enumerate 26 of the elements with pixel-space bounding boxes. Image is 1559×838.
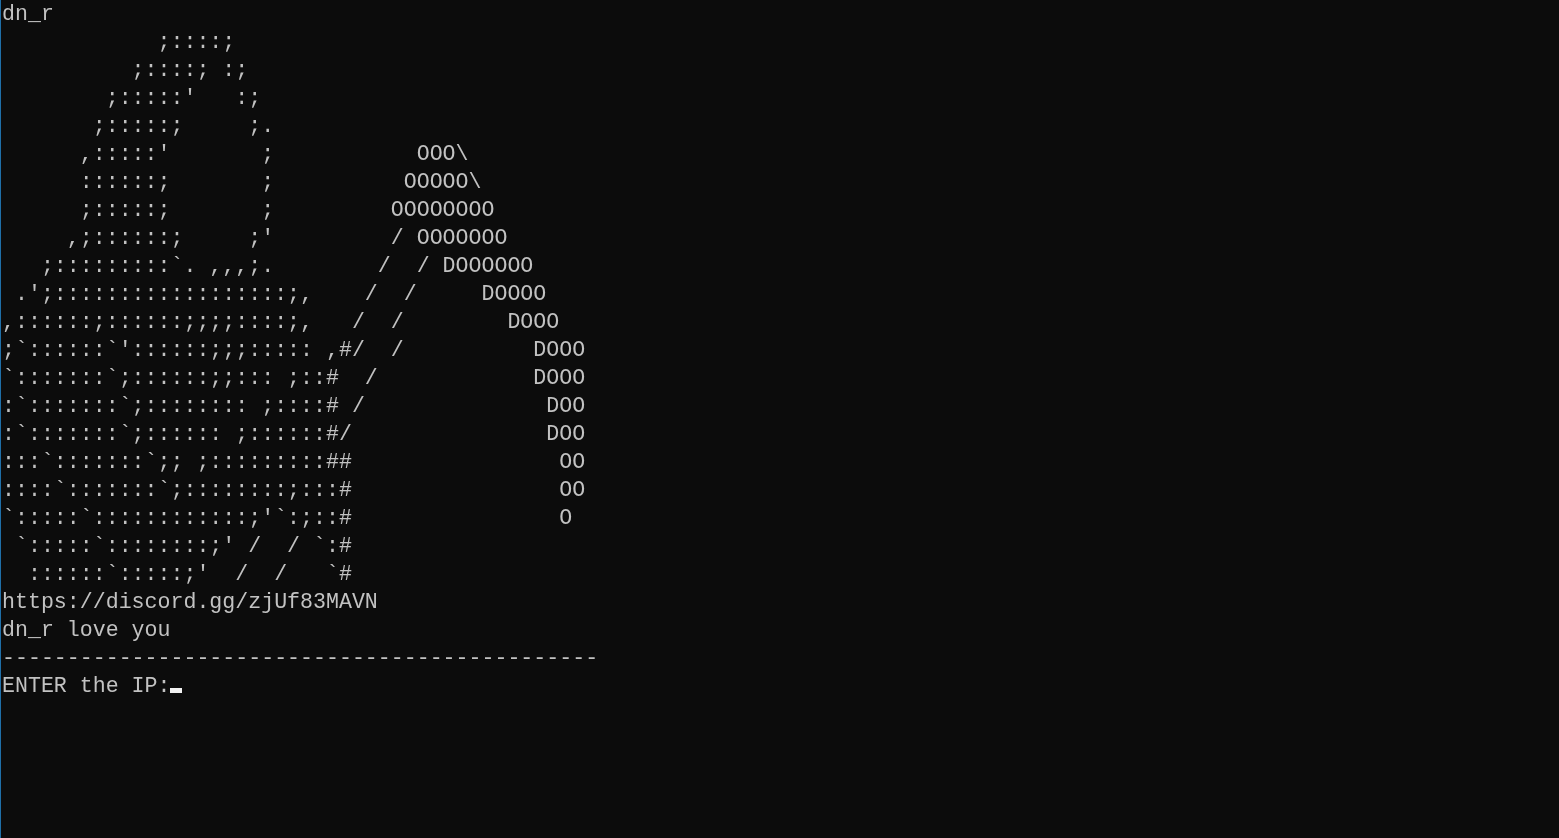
terminal-line: :`:::::::`;:::::: ;::::::#/ DOO	[2, 421, 586, 448]
terminal-line: ;::::; :;	[130, 57, 249, 84]
terminal-line: ;`::::::`'::::::;;;::::: ,#/ / DOOO	[2, 337, 586, 364]
terminal-line: :::`:::::::`;; ;:::::::::## OO	[2, 449, 586, 476]
terminal-line: ;:::::::::`. ,,,;. / / DOOOOOO	[39, 253, 534, 280]
terminal-line: :`:::::::`;:::::::: ;::::# / DOO	[2, 393, 586, 420]
terminal-line: ;:::::; ;.	[91, 113, 275, 140]
terminal-line: ,:::::' ; OOO\	[78, 141, 469, 168]
terminal-line: ;:::::' :;	[104, 85, 262, 112]
terminal-line: `:::::`::::::::::::;'`:;::# O	[2, 505, 573, 532]
input-prompt: ENTER the IP:	[2, 673, 171, 700]
terminal-line: `:::::::`;::::::;;::: ;::# / DOOO	[2, 365, 586, 392]
terminal-line: ,;::::::; ;' / OOOOOOO	[65, 225, 508, 252]
terminal-line: .';::::::::::::::::::;, / / DOOOO	[13, 281, 547, 308]
terminal-line: ;:::::; ; OOOOOOOO	[78, 197, 495, 224]
terminal-line: ::::::; ; OOOOO\	[78, 169, 482, 196]
terminal-line: `:::::`::::::::;' / / `:#	[13, 533, 352, 560]
terminal-line: ::::`:::::::`;::::::::;:::# OO	[2, 477, 586, 504]
terminal-line: ,::::::;::::::;;;;::::;, / / DOOO	[2, 309, 560, 336]
terminal-line: ;::::;	[156, 29, 236, 56]
terminal-line: dn_r	[2, 1, 54, 28]
text-cursor	[170, 688, 183, 693]
terminal-line: ----------------------------------------------	[2, 645, 599, 672]
terminal-line: https://discord.gg/zjUf83MAVN	[2, 589, 378, 616]
terminal-line: ::::::`:::::;' / / `#	[26, 561, 352, 588]
terminal-line: dn_r love you	[2, 617, 171, 644]
